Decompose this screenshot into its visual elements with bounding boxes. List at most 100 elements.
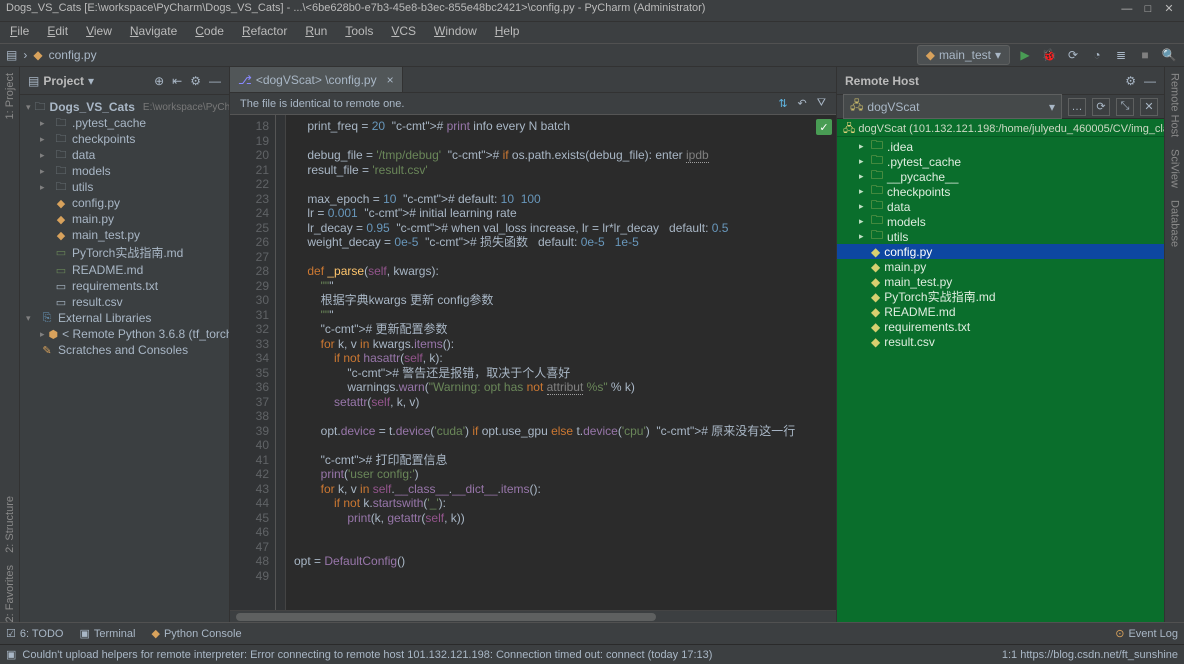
server-icon: 🖧 <box>843 123 855 135</box>
remote-server-combo[interactable]: 🖧 dogVScat ▾ <box>843 94 1062 119</box>
tree-item[interactable]: ▸🗀checkpoints <box>20 131 229 147</box>
tool-remotehost[interactable]: Remote Host <box>1169 73 1181 137</box>
event-log-tab[interactable]: ⊙Event Log <box>1115 627 1178 640</box>
scratches[interactable]: ✎ Scratches and Consoles <box>20 342 229 358</box>
tree-item[interactable]: ◆main.py <box>20 211 229 227</box>
chevron-down-icon[interactable]: ▾ <box>88 74 94 88</box>
diff-filter-icon[interactable]: ⛛ <box>817 97 826 110</box>
debug-button[interactable]: 🐞 <box>1040 46 1058 64</box>
menu-edit[interactable]: Edit <box>43 22 72 43</box>
tree-item[interactable]: ▸🗀data <box>20 147 229 163</box>
editor[interactable]: 1819202122232425262728293031323334353637… <box>230 115 836 610</box>
todo-tab[interactable]: ☑6: TODO <box>6 627 63 640</box>
tool-project[interactable]: 1: Project <box>4 73 16 119</box>
menu-navigate[interactable]: Navigate <box>126 22 181 43</box>
md-icon: ▭ <box>54 246 68 260</box>
menu-window[interactable]: Window <box>430 22 481 43</box>
remote-path[interactable]: 🖧 dogVScat (101.132.121.198:/home/julyed… <box>837 119 1164 137</box>
inspect-ok-icon[interactable]: ✓ <box>816 119 832 135</box>
min-button[interactable]: — <box>1118 3 1136 15</box>
stop-button[interactable]: ■ <box>1136 46 1154 64</box>
external-libraries[interactable]: ▾ ⎘ External Libraries <box>20 310 229 326</box>
remote-tree-item[interactable]: ◆result.csv <box>837 334 1164 349</box>
coverage-button[interactable]: ⟳ <box>1064 46 1082 64</box>
refresh-button[interactable]: ⟳ <box>1092 98 1110 116</box>
project-folder-icon[interactable]: ▤ <box>6 48 17 62</box>
remote-tree-item[interactable]: ◆config.py <box>837 244 1164 259</box>
remote-tree-item[interactable]: ◆README.md <box>837 304 1164 319</box>
menu-help[interactable]: Help <box>491 22 524 43</box>
remote-tree-item[interactable]: ◆PyTorch实战指南.md <box>837 289 1164 304</box>
editor-area: ⎇ <dogVScat> \config.py × The file is id… <box>230 67 836 622</box>
tool-structure[interactable]: 2: Structure <box>4 496 16 553</box>
max-button[interactable]: □ <box>1139 3 1157 15</box>
remote-tree-item[interactable]: ▸🗀__pycache__ <box>837 169 1164 184</box>
tool-favorites[interactable]: 2: Favorites <box>4 565 16 622</box>
menu-file[interactable]: File <box>6 22 33 43</box>
editor-hscrollbar[interactable] <box>230 610 836 622</box>
search-everywhere-button[interactable]: 🔍 <box>1160 46 1178 64</box>
tree-item[interactable]: ◆config.py <box>20 195 229 211</box>
concurrency-button[interactable]: ≣ <box>1112 46 1130 64</box>
gear-icon[interactable]: ⚙ <box>190 74 201 88</box>
tree-root[interactable]: ▾ 🗀 Dogs_VS_Cats E:\workspace\PyCharm\Do… <box>20 99 229 115</box>
remote-tree-item[interactable]: ◆requirements.txt <box>837 319 1164 334</box>
tree-item-label: PyTorch实战指南.md <box>72 244 183 261</box>
remote-tree-item[interactable]: ▸🗀checkpoints <box>837 184 1164 199</box>
tree-item[interactable]: ▭ PyTorch实战指南.md <box>20 243 229 262</box>
scroll-from-source-icon[interactable]: ⊕ <box>154 74 164 88</box>
menu-refactor[interactable]: Refactor <box>238 22 291 43</box>
remote-tree-item[interactable]: ▸🗀.idea <box>837 139 1164 154</box>
close-icon[interactable]: × <box>387 73 394 87</box>
menu-vcs[interactable]: VCS <box>387 22 420 43</box>
run-config-combo[interactable]: ◆ main_test ▾ <box>917 45 1010 65</box>
tool-sciview[interactable]: SciView <box>1169 149 1181 188</box>
tree-item[interactable]: ▭README.md <box>20 262 229 278</box>
editor-tabs: ⎇ <dogVScat> \config.py × <box>230 67 836 93</box>
menu-tools[interactable]: Tools <box>341 22 377 43</box>
collapse-button[interactable]: ⤡ <box>1116 98 1134 116</box>
remote-tree-item[interactable]: ▸🗀.pytest_cache <box>837 154 1164 169</box>
tree-item[interactable]: ▭requirements.txt <box>20 278 229 294</box>
chevron-down-icon: ▾ <box>1049 100 1055 114</box>
menu-run[interactable]: Run <box>301 22 331 43</box>
scroll-thumb[interactable] <box>236 613 656 621</box>
menu-code[interactable]: Code <box>191 22 228 43</box>
browse-button[interactable]: … <box>1068 98 1086 116</box>
status-bar: ▣ Couldn't upload helpers for remote int… <box>0 644 1184 664</box>
gear-icon[interactable]: ⚙ <box>1125 74 1136 88</box>
pyconsole-tab[interactable]: ◆Python Console <box>151 627 241 640</box>
status-icon[interactable]: ▣ <box>6 648 16 661</box>
code-area[interactable]: print_freq = 20 "c-cmt"># print info eve… <box>286 115 836 610</box>
project-panel-title: Project <box>43 74 84 88</box>
remote-tree-item[interactable]: ▸🗀utils <box>837 229 1164 244</box>
remote-python[interactable]: ▸ ⬢ < Remote Python 3.6.8 (tf_torch_lear… <box>20 326 229 342</box>
tree-item[interactable]: ▭result.csv <box>20 294 229 310</box>
undo-icon[interactable]: ↶ <box>798 97 807 110</box>
collapse-icon[interactable]: ⇤ <box>172 74 182 88</box>
tool-database[interactable]: Database <box>1169 200 1181 247</box>
py-icon: ◆ <box>871 260 880 274</box>
profile-button[interactable]: ◔ <box>1088 46 1106 64</box>
tree-item[interactable]: ◆main_test.py <box>20 227 229 243</box>
tree-item[interactable]: ▸🗀.pytest_cache <box>20 115 229 131</box>
tree-item[interactable]: ▸🗀utils <box>20 179 229 195</box>
menu-view[interactable]: View <box>82 22 116 43</box>
editor-tab[interactable]: ⎇ <dogVScat> \config.py × <box>230 67 403 92</box>
run-button[interactable]: ▶ <box>1016 46 1034 64</box>
remote-tree-item[interactable]: ▸🗀models <box>837 214 1164 229</box>
breadcrumb-file[interactable]: config.py <box>49 48 97 62</box>
left-tool-gutter: 1: Project 2: Structure 2: Favorites <box>0 67 20 622</box>
tree-item[interactable]: ▸🗀models <box>20 163 229 179</box>
close-button[interactable]: ✕ <box>1160 2 1178 15</box>
close-button[interactable]: ✕ <box>1140 98 1158 116</box>
remote-tree-item[interactable]: ◆main_test.py <box>837 274 1164 289</box>
remote-tree-item[interactable]: ◆main.py <box>837 259 1164 274</box>
python-icon: ◆ <box>151 627 159 640</box>
sync-icon[interactable]: ⇅ <box>778 97 787 110</box>
remote-item-label: __pycache__ <box>887 170 958 184</box>
hide-icon[interactable]: — <box>1144 74 1156 88</box>
terminal-tab[interactable]: ▣Terminal <box>79 627 135 640</box>
hide-icon[interactable]: — <box>209 74 221 88</box>
remote-tree-item[interactable]: ▸🗀data <box>837 199 1164 214</box>
